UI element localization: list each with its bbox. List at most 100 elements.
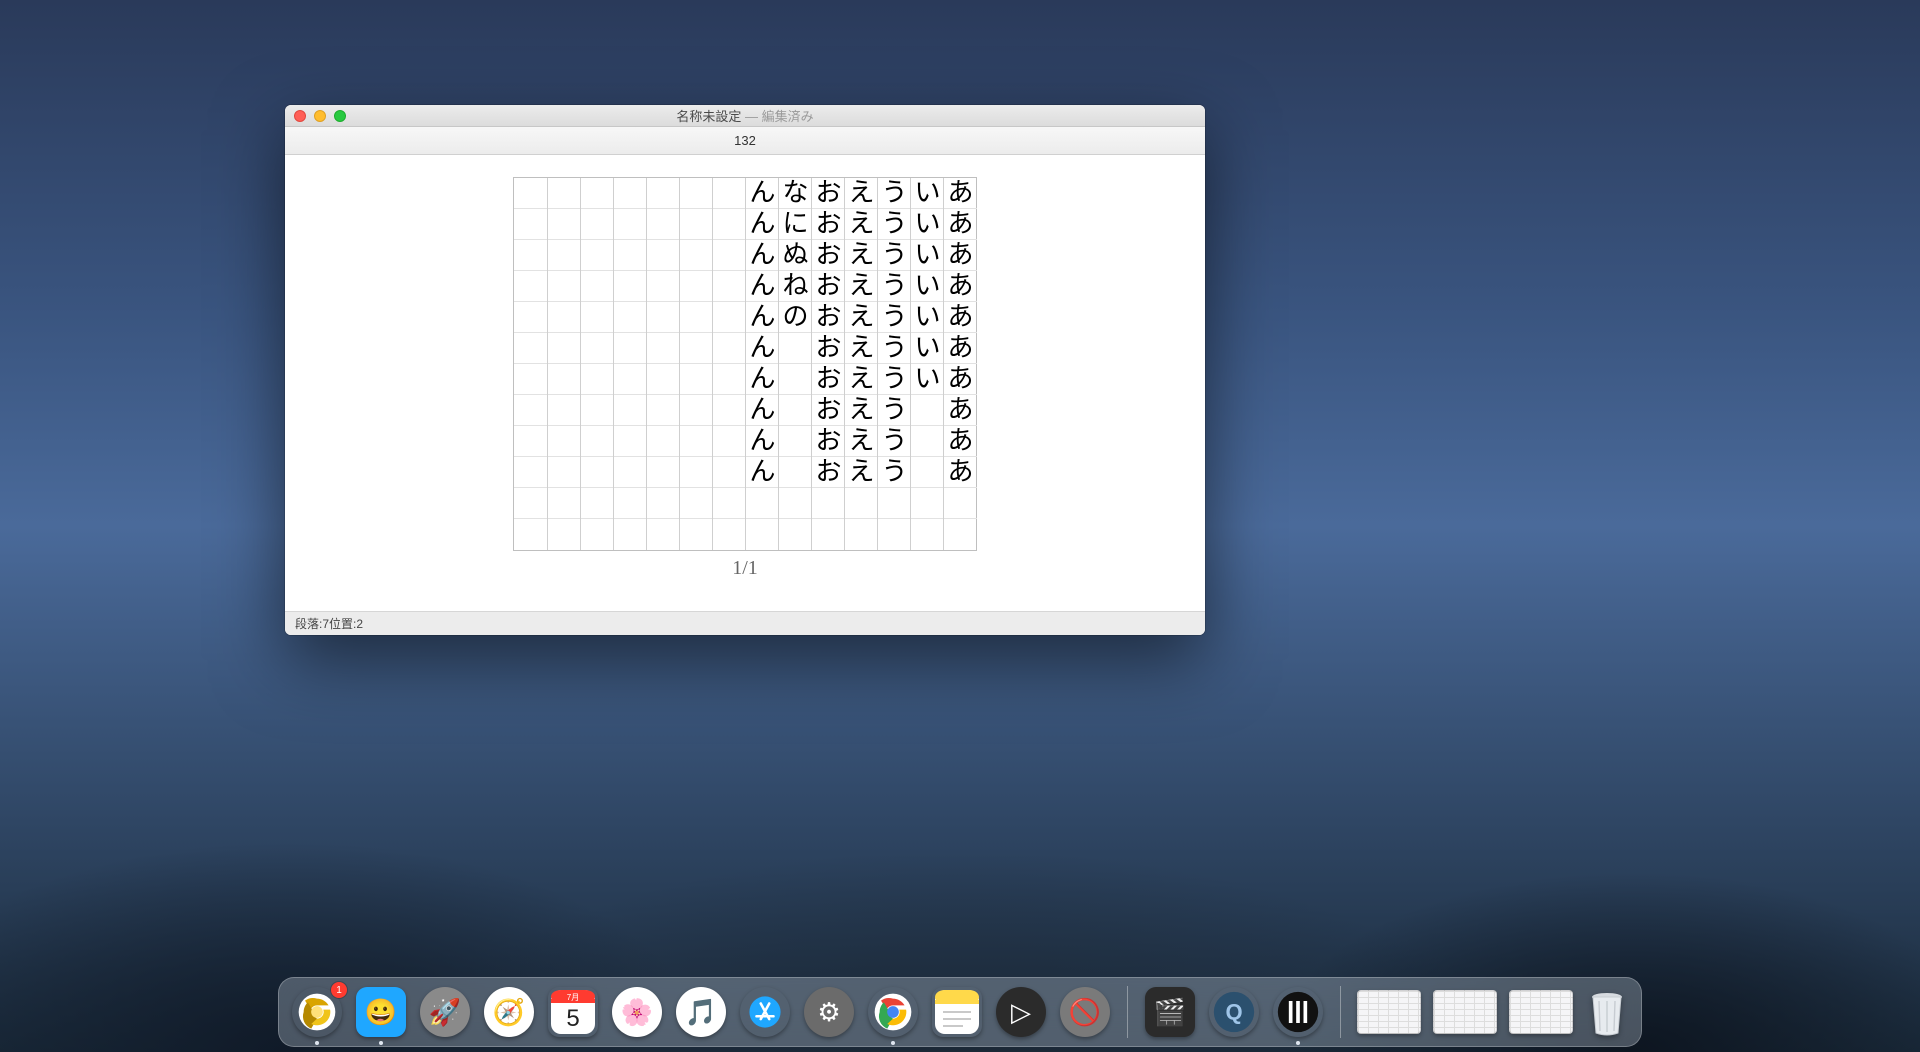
dock-app-barcode-app[interactable] <box>1272 986 1324 1038</box>
manuscript-cell[interactable]: お <box>812 395 845 426</box>
manuscript-cell[interactable] <box>514 302 547 333</box>
manuscript-cell[interactable] <box>713 333 746 364</box>
manuscript-cell[interactable] <box>944 519 977 550</box>
manuscript-cell[interactable]: ん <box>746 457 779 488</box>
manuscript-column[interactable] <box>547 178 580 550</box>
manuscript-cell[interactable]: う <box>878 395 911 426</box>
manuscript-cell[interactable] <box>779 488 812 519</box>
manuscript-column[interactable]: んんんんんんんんんん <box>745 178 778 550</box>
manuscript-cell[interactable]: あ <box>944 364 977 395</box>
manuscript-cell[interactable] <box>647 178 680 209</box>
manuscript-cell[interactable] <box>680 178 713 209</box>
manuscript-cell[interactable] <box>581 519 614 550</box>
manuscript-cell[interactable]: え <box>845 364 878 395</box>
manuscript-cell[interactable] <box>878 488 911 519</box>
minimize-button[interactable] <box>314 110 326 122</box>
manuscript-cell[interactable]: お <box>812 178 845 209</box>
manuscript-sheet[interactable]: ああああああああああいいいいいいいううううううううううええええええええええおおお… <box>513 177 977 551</box>
manuscript-cell[interactable]: に <box>779 209 812 240</box>
manuscript-cell[interactable]: う <box>878 333 911 364</box>
manuscript-cell[interactable]: あ <box>944 178 977 209</box>
manuscript-cell[interactable] <box>680 209 713 240</box>
manuscript-cell[interactable]: う <box>878 302 911 333</box>
manuscript-cell[interactable] <box>845 488 878 519</box>
manuscript-column[interactable] <box>646 178 679 550</box>
manuscript-cell[interactable]: い <box>911 302 944 333</box>
manuscript-cell[interactable]: え <box>845 240 878 271</box>
manuscript-cell[interactable]: の <box>779 302 812 333</box>
manuscript-cell[interactable]: ん <box>746 426 779 457</box>
manuscript-cell[interactable] <box>713 364 746 395</box>
manuscript-cell[interactable] <box>581 240 614 271</box>
manuscript-cell[interactable] <box>911 519 944 550</box>
manuscript-cell[interactable] <box>845 519 878 550</box>
manuscript-cell[interactable]: あ <box>944 240 977 271</box>
manuscript-cell[interactable]: あ <box>944 302 977 333</box>
manuscript-cell[interactable] <box>548 240 581 271</box>
dock-app-notes[interactable] <box>931 986 983 1038</box>
manuscript-cell[interactable]: お <box>812 457 845 488</box>
manuscript-cell[interactable]: お <box>812 271 845 302</box>
manuscript-cell[interactable] <box>647 488 680 519</box>
manuscript-cell[interactable] <box>548 426 581 457</box>
manuscript-cell[interactable]: い <box>911 333 944 364</box>
manuscript-cell[interactable] <box>614 488 647 519</box>
manuscript-cell[interactable] <box>581 333 614 364</box>
manuscript-cell[interactable] <box>680 271 713 302</box>
manuscript-cell[interactable] <box>680 426 713 457</box>
manuscript-cell[interactable] <box>614 364 647 395</box>
titlebar[interactable]: 名称未設定 — 編集済み <box>285 105 1205 127</box>
manuscript-cell[interactable] <box>911 395 944 426</box>
dock-app-system-preferences[interactable]: ⚙ <box>803 986 855 1038</box>
manuscript-cell[interactable]: え <box>845 426 878 457</box>
manuscript-cell[interactable] <box>647 426 680 457</box>
manuscript-cell[interactable] <box>614 209 647 240</box>
manuscript-cell[interactable] <box>779 457 812 488</box>
manuscript-cell[interactable]: い <box>911 178 944 209</box>
manuscript-cell[interactable]: え <box>845 395 878 426</box>
manuscript-cell[interactable] <box>581 364 614 395</box>
manuscript-cell[interactable] <box>581 271 614 302</box>
manuscript-cell[interactable] <box>548 488 581 519</box>
manuscript-cell[interactable] <box>548 457 581 488</box>
manuscript-cell[interactable]: う <box>878 426 911 457</box>
manuscript-column[interactable] <box>613 178 646 550</box>
manuscript-cell[interactable]: う <box>878 178 911 209</box>
manuscript-cell[interactable] <box>779 333 812 364</box>
manuscript-cell[interactable]: え <box>845 457 878 488</box>
manuscript-column[interactable]: ええええええええええ <box>844 178 877 550</box>
manuscript-cell[interactable]: ん <box>746 209 779 240</box>
manuscript-cell[interactable] <box>680 519 713 550</box>
manuscript-cell[interactable]: え <box>845 333 878 364</box>
manuscript-cell[interactable]: い <box>911 271 944 302</box>
manuscript-column[interactable]: いいいいいいい <box>910 178 943 550</box>
manuscript-column[interactable]: おおおおおおおおおお <box>811 178 844 550</box>
close-button[interactable] <box>294 110 306 122</box>
manuscript-cell[interactable]: え <box>845 178 878 209</box>
dock-app-finder[interactable]: 😀 <box>355 986 407 1038</box>
manuscript-cell[interactable]: ん <box>746 395 779 426</box>
minimized-window[interactable] <box>1433 990 1497 1034</box>
minimized-window[interactable] <box>1509 990 1573 1034</box>
manuscript-cell[interactable] <box>944 488 977 519</box>
manuscript-cell[interactable] <box>581 395 614 426</box>
manuscript-cell[interactable] <box>713 271 746 302</box>
manuscript-cell[interactable]: う <box>878 240 911 271</box>
manuscript-cell[interactable]: い <box>911 364 944 395</box>
manuscript-cell[interactable] <box>514 364 547 395</box>
manuscript-cell[interactable] <box>581 488 614 519</box>
manuscript-cell[interactable]: あ <box>944 209 977 240</box>
manuscript-cell[interactable]: あ <box>944 457 977 488</box>
manuscript-cell[interactable] <box>514 519 547 550</box>
manuscript-cell[interactable] <box>548 395 581 426</box>
manuscript-column[interactable] <box>514 178 547 550</box>
manuscript-cell[interactable] <box>713 488 746 519</box>
manuscript-cell[interactable] <box>647 457 680 488</box>
manuscript-cell[interactable] <box>514 395 547 426</box>
manuscript-cell[interactable]: お <box>812 209 845 240</box>
trash-icon[interactable] <box>1585 987 1629 1037</box>
manuscript-column[interactable]: なにぬねの <box>778 178 811 550</box>
manuscript-cell[interactable]: い <box>911 209 944 240</box>
manuscript-cell[interactable]: い <box>911 240 944 271</box>
dock-app-quicktime[interactable]: Q <box>1208 986 1260 1038</box>
